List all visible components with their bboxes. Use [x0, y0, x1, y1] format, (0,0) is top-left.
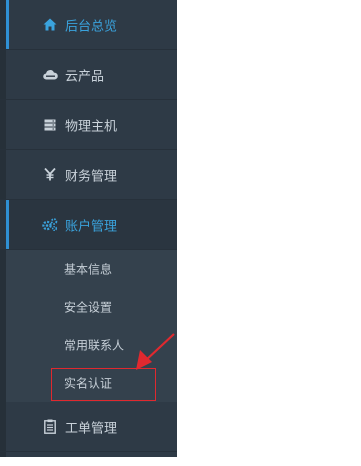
sidebar-item-label: 后台总览: [65, 19, 118, 34]
sidebar-item-tickets[interactable]: 工单管理: [0, 402, 177, 452]
server-icon: [42, 117, 58, 133]
account-submenu: 基本信息 安全设置 常用联系人 实名认证: [6, 250, 177, 402]
submenu-item-contacts[interactable]: 常用联系人: [6, 326, 177, 364]
submenu-item-label: 实名认证: [64, 376, 113, 391]
sidebar-item-label: 账户管理: [65, 219, 118, 234]
sidebar-item-label: 财务管理: [65, 169, 118, 184]
sidebar-item-dashboard[interactable]: 后台总览: [0, 0, 177, 50]
sidebar-item-label: 工单管理: [65, 421, 118, 436]
cloud-icon: [42, 67, 58, 83]
sidebar-item-physical-hosts[interactable]: 物理主机: [0, 100, 177, 150]
active-indicator: [6, 200, 9, 249]
sidebar-item-label: 物理主机: [65, 119, 118, 134]
home-icon: [42, 17, 58, 33]
submenu-item-label: 常用联系人: [64, 338, 125, 353]
clipboard-icon: [42, 419, 58, 435]
submenu-item-basic-info[interactable]: 基本信息: [6, 250, 177, 288]
submenu-item-label: 安全设置: [64, 300, 113, 315]
submenu-item-label: 基本信息: [64, 262, 113, 277]
active-indicator: [6, 0, 9, 49]
submenu-item-security-settings[interactable]: 安全设置: [6, 288, 177, 326]
sidebar-item-label: 云产品: [65, 69, 105, 84]
sidebar-item-account[interactable]: 账户管理: [0, 200, 177, 250]
submenu-item-real-name-verification[interactable]: 实名认证: [6, 364, 177, 402]
sidebar-item-cloud-products[interactable]: 云产品: [0, 50, 177, 100]
gears-icon: [42, 217, 58, 233]
sidebar-item-finance[interactable]: 财务管理: [0, 150, 177, 200]
yen-icon: [42, 167, 58, 183]
